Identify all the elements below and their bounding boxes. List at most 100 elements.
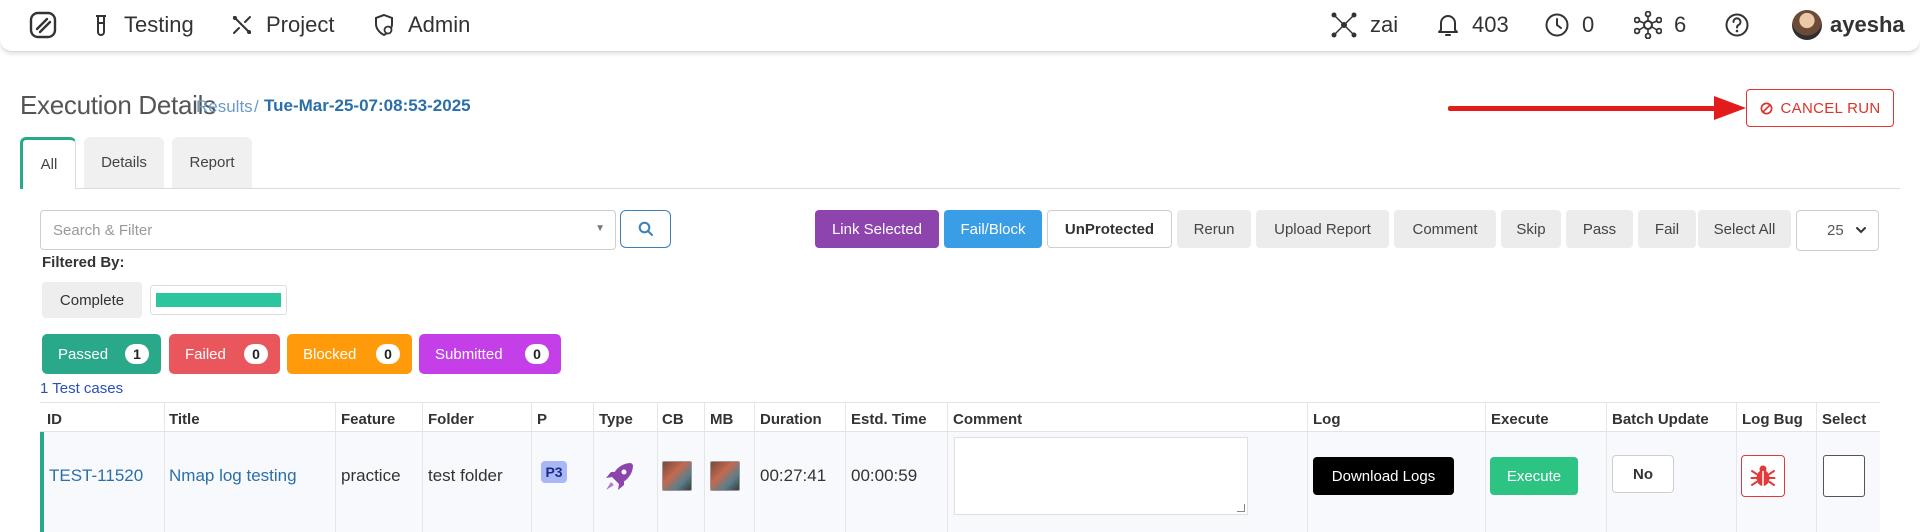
nav-clock[interactable]: 0 bbox=[1544, 0, 1594, 50]
nav-project[interactable]: Project bbox=[230, 0, 334, 50]
fail-button[interactable]: Fail bbox=[1638, 210, 1696, 248]
nav-testing-label: Testing bbox=[124, 12, 194, 37]
col-header-execute[interactable]: Execute bbox=[1491, 405, 1549, 433]
nodes-count: 6 bbox=[1674, 12, 1687, 37]
col-header-log-bug[interactable]: Log Bug bbox=[1742, 405, 1803, 433]
cb-avatar bbox=[662, 461, 692, 491]
column-divider bbox=[1485, 402, 1486, 532]
column-divider bbox=[657, 402, 658, 532]
select-all-button[interactable]: Select All bbox=[1698, 210, 1791, 248]
test-case-count: 1 Test cases bbox=[40, 380, 124, 397]
breadcrumb-results[interactable]: Results bbox=[196, 97, 253, 117]
test-id-link[interactable]: TEST-11520 bbox=[49, 466, 143, 486]
column-divider bbox=[1736, 402, 1737, 532]
test-title-link[interactable]: Nmap log testing bbox=[169, 466, 297, 486]
col-header-feature[interactable]: Feature bbox=[341, 405, 395, 433]
nav-nodes[interactable]: 6 bbox=[1634, 0, 1686, 50]
tab-report[interactable]: Report bbox=[172, 137, 252, 188]
status-passed[interactable]: Passed 1 bbox=[42, 334, 161, 374]
clock-count: 0 bbox=[1582, 12, 1595, 37]
column-divider bbox=[335, 402, 336, 532]
annotation-arrow-head bbox=[1714, 96, 1746, 120]
user-name: ayesha bbox=[1830, 12, 1905, 37]
tab-all[interactable]: All bbox=[20, 137, 76, 189]
column-divider bbox=[754, 402, 755, 532]
column-divider bbox=[947, 402, 948, 532]
nav-zai-label: zai bbox=[1370, 12, 1399, 37]
col-header-select[interactable]: Select bbox=[1822, 405, 1866, 433]
breadcrumb-separator: / bbox=[254, 97, 259, 116]
breadcrumb-run-name: Tue-Mar-25-07:08:53-2025 bbox=[264, 96, 471, 115]
comment-resize-area bbox=[954, 437, 1248, 515]
completion-progress bbox=[150, 285, 287, 315]
link-selected-button[interactable]: Link Selected bbox=[815, 210, 939, 248]
nav-admin-label: Admin bbox=[408, 12, 471, 37]
tab-details[interactable]: Details bbox=[84, 137, 164, 188]
avatar bbox=[1792, 10, 1822, 40]
comment-button[interactable]: Comment bbox=[1394, 210, 1496, 248]
row-select-checkbox[interactable] bbox=[1823, 455, 1865, 497]
column-divider bbox=[531, 402, 532, 532]
cancel-run-button[interactable]: CANCEL RUN bbox=[1746, 89, 1894, 127]
col-header-mb[interactable]: MB bbox=[710, 405, 733, 433]
search-placeholder: Search & Filter bbox=[53, 221, 153, 239]
col-header-duration[interactable]: Duration bbox=[760, 405, 822, 433]
pass-button[interactable]: Pass bbox=[1566, 210, 1633, 248]
log-bug-button[interactable] bbox=[1741, 455, 1785, 497]
network-icon bbox=[1331, 12, 1357, 38]
batch-update-toggle[interactable]: No bbox=[1612, 455, 1674, 493]
search-button[interactable] bbox=[620, 210, 671, 248]
app-logo[interactable] bbox=[28, 0, 58, 50]
upload-report-button[interactable]: Upload Report bbox=[1256, 210, 1389, 248]
col-header-folder[interactable]: Folder bbox=[428, 405, 474, 433]
status-failed-label: Failed bbox=[185, 345, 226, 363]
col-header-title[interactable]: Title bbox=[169, 405, 200, 433]
filter-chip-complete[interactable]: Complete bbox=[42, 282, 142, 318]
nodes-icon bbox=[1634, 11, 1662, 39]
resize-grip-icon[interactable] bbox=[1237, 504, 1245, 512]
status-failed-count: 0 bbox=[244, 344, 268, 364]
col-header-cb[interactable]: CB bbox=[662, 405, 684, 433]
column-divider bbox=[845, 402, 846, 532]
page-size-select[interactable]: 25 bbox=[1796, 210, 1879, 251]
col-header-estd-time[interactable]: Estd. Time bbox=[851, 405, 927, 433]
col-header-batch-update[interactable]: Batch Update bbox=[1612, 405, 1709, 433]
status-submitted-label: Submitted bbox=[435, 345, 503, 363]
page-size-value: 25 bbox=[1827, 222, 1844, 239]
skip-button[interactable]: Skip bbox=[1501, 210, 1561, 248]
nav-zai[interactable]: zai bbox=[1330, 0, 1398, 50]
col-header-type[interactable]: Type bbox=[599, 405, 633, 433]
nav-user-menu[interactable]: ayesha bbox=[1792, 0, 1905, 50]
fail-block-button[interactable]: Fail/Block bbox=[944, 210, 1042, 248]
column-divider bbox=[1816, 402, 1817, 532]
status-blocked-label: Blocked bbox=[303, 345, 357, 363]
column-divider bbox=[704, 402, 705, 532]
test-folder: test folder bbox=[428, 466, 503, 485]
mb-avatar bbox=[710, 461, 740, 491]
col-header-log[interactable]: Log bbox=[1313, 405, 1341, 433]
project-icon bbox=[233, 16, 251, 34]
nav-notifications[interactable]: 403 bbox=[1436, 0, 1509, 50]
search-filter-input[interactable]: Search & Filter ▼ bbox=[40, 210, 616, 250]
col-header-id[interactable]: ID bbox=[47, 405, 62, 433]
completion-progress-fill bbox=[156, 293, 281, 307]
column-divider bbox=[164, 402, 165, 532]
col-header-comment[interactable]: Comment bbox=[953, 405, 1022, 433]
priority-badge: P3 bbox=[541, 461, 567, 483]
nav-testing[interactable]: Testing bbox=[90, 0, 194, 50]
col-header-priority[interactable]: P bbox=[537, 405, 547, 433]
test-feature: practice bbox=[341, 466, 401, 485]
execute-button[interactable]: Execute bbox=[1490, 457, 1578, 495]
tabs-divider bbox=[20, 188, 1900, 189]
cancel-run-label: CANCEL RUN bbox=[1780, 99, 1881, 117]
nav-admin[interactable]: Admin bbox=[372, 0, 470, 50]
status-failed[interactable]: Failed 0 bbox=[169, 334, 280, 374]
rerun-button[interactable]: Rerun bbox=[1177, 210, 1251, 248]
help-icon bbox=[1725, 13, 1749, 37]
status-blocked[interactable]: Blocked 0 bbox=[287, 334, 412, 374]
column-divider bbox=[593, 402, 594, 532]
download-logs-button[interactable]: Download Logs bbox=[1313, 457, 1454, 495]
unprotected-button[interactable]: UnProtected bbox=[1047, 210, 1172, 248]
nav-help[interactable] bbox=[1724, 0, 1750, 50]
status-submitted[interactable]: Submitted 0 bbox=[419, 334, 561, 374]
